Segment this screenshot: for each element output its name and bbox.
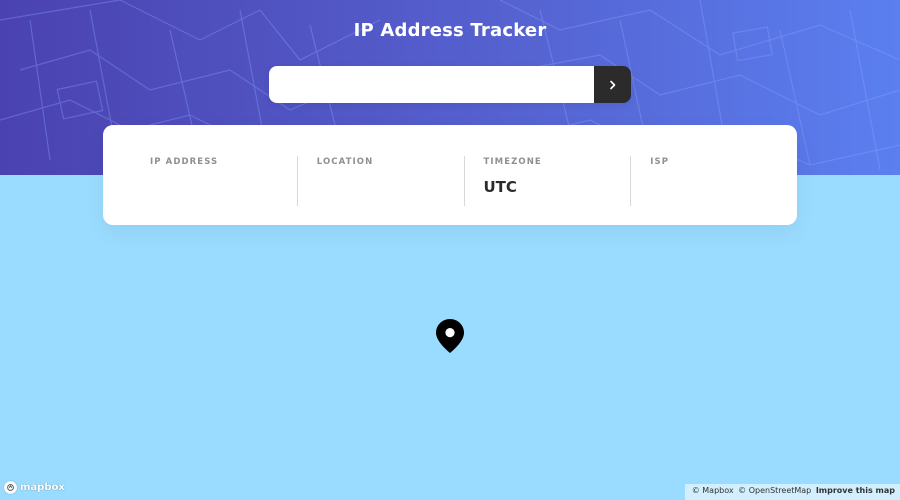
timezone-value: UTC	[483, 178, 517, 196]
search-submit-button[interactable]	[594, 66, 631, 103]
ip-address-value	[150, 178, 297, 196]
ip-info-card: IP ADDRESS LOCATION TIMEZONE UTC ISP	[103, 125, 797, 225]
isp-value	[650, 178, 797, 196]
ip-search-input[interactable]	[269, 66, 594, 103]
ip-address-label: IP ADDRESS	[150, 157, 219, 167]
mapbox-symbol-icon	[7, 484, 14, 491]
ip-address-block: IP ADDRESS	[103, 125, 297, 225]
osm-attribution-link[interactable]: © OpenStreetMap	[738, 486, 811, 495]
isp-block: ISP	[630, 125, 797, 225]
improve-map-link[interactable]: Improve this map	[816, 486, 895, 495]
mapbox-mark-icon	[4, 481, 17, 494]
page-title: IP Address Tracker	[353, 20, 547, 41]
location-value	[317, 178, 464, 196]
location-label: LOCATION	[316, 157, 374, 167]
location-pin-icon[interactable]	[435, 318, 465, 354]
mapbox-logo[interactable]: mapbox	[4, 481, 65, 494]
search-bar	[269, 66, 631, 103]
ip-address-tracker-page: IP Address Tracker IP ADDRESS LOCATION T…	[0, 0, 900, 500]
map-attribution: © Mapbox © OpenStreetMap Improve this ma…	[684, 484, 900, 500]
isp-label: ISP	[650, 157, 670, 167]
chevron-right-icon	[609, 80, 615, 89]
timezone-label: TIMEZONE	[483, 157, 542, 167]
mapbox-attribution-link[interactable]: © Mapbox	[692, 486, 734, 495]
location-block: LOCATION	[296, 125, 464, 225]
mapbox-logo-text: mapbox	[20, 482, 65, 493]
timezone-block: TIMEZONE UTC	[463, 125, 631, 225]
